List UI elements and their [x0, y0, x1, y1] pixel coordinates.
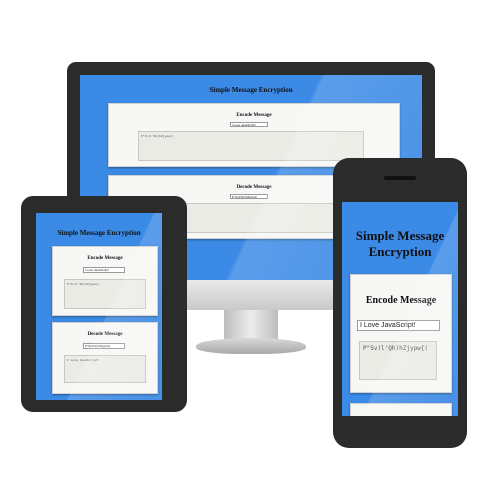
tablet-decode-heading: Decode Message	[87, 332, 123, 337]
phone-decode-card-edge	[350, 403, 452, 416]
phone-speaker	[384, 176, 416, 180]
monitor-base	[196, 338, 306, 354]
tablet-decode-card: Decode Message P"Sv)l'Qh)hZjypw{( I Love…	[52, 322, 158, 394]
tablet-encode-output[interactable]: P"Sv)l'Qh)hZjypw{(	[64, 279, 146, 309]
phone-encode-heading: Encode Message	[365, 295, 437, 306]
phone-encode-output[interactable]: P"Sv)l'Qh)hZjypw{(	[359, 341, 437, 380]
phone-encode-card: Encode Message I Love JavaScript! P"Sv)l…	[350, 274, 452, 393]
tablet-encode-heading: Encode Message	[87, 256, 123, 261]
tablet-decode-input[interactable]: P"Sv)l'Qh)hZjypw{(	[83, 343, 125, 349]
phone-encode-input[interactable]: I Love JavaScript!	[357, 320, 440, 331]
phone-screen: Simple Message Encryption Encode Message…	[342, 202, 458, 416]
encode-input[interactable]: I Love JavaScript!	[230, 122, 268, 127]
tablet-decode-output[interactable]: I Love JavaScript!	[64, 355, 146, 383]
encode-output[interactable]: P"Sv)l'Qh)hZjypw{(	[138, 131, 364, 161]
tablet-screen: Simple Message Encryption Encode Message…	[36, 213, 162, 400]
encode-heading: Encode Message	[236, 113, 272, 118]
phone-page-title: Simple Message Encryption	[355, 228, 445, 259]
tablet-page-title: Simple Message Encryption	[57, 229, 141, 237]
tablet-encode-card: Encode Message I Love JavaScript! P"Sv)l…	[52, 246, 158, 316]
decode-input[interactable]: P"Sv)l'Qh)hZjypw{(	[230, 194, 268, 199]
tablet-encode-input[interactable]: I Love JavaScript!	[83, 267, 125, 273]
page-title: Simple Message Encryption	[209, 86, 293, 94]
